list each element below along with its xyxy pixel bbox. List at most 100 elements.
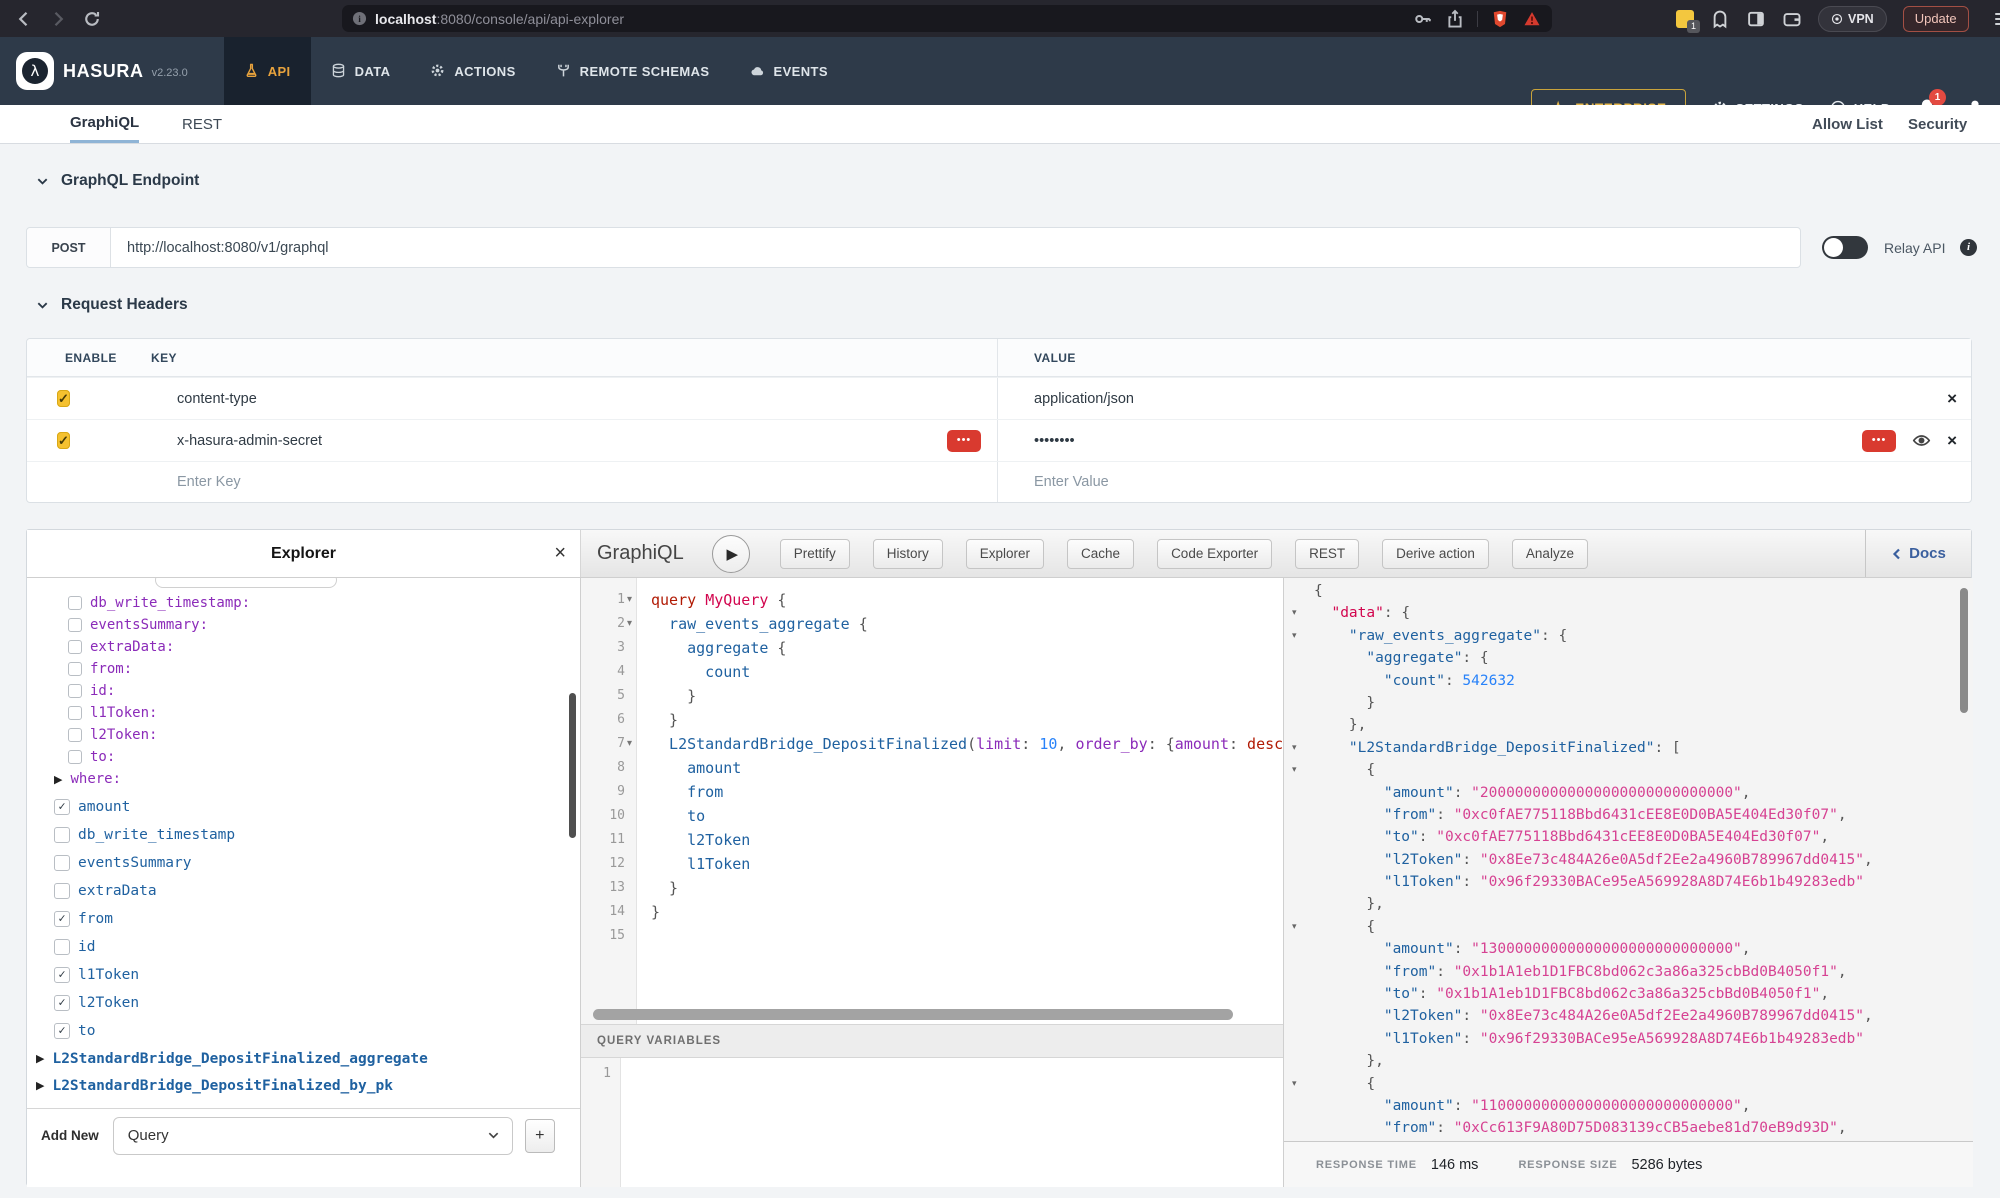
explorer-item-eventsSummary[interactable]: eventsSummary: [54, 849, 192, 877]
explorer-item-from[interactable]: from:: [68, 658, 132, 680]
explorer-field-list[interactable]: db_write_timestamp:eventsSummary:extraDa…: [27, 578, 580, 1108]
explorer-item-extraData[interactable]: extraData:: [68, 636, 174, 658]
nav-tab-events[interactable]: EVENTS: [730, 37, 848, 105]
analyze-button[interactable]: Analyze: [1512, 539, 1588, 569]
new-header-key-input[interactable]: Enter Key: [177, 474, 241, 490]
docs-button[interactable]: Docs: [1865, 530, 1971, 577]
query-editor[interactable]: 1▾query MyQuery {2▾ raw_events_aggregate…: [581, 578, 1283, 1024]
explorer-item-db_write_timestamp[interactable]: db_write_timestamp:: [68, 592, 250, 614]
explorer-item-db_write_timestamp[interactable]: db_write_timestamp: [54, 821, 235, 849]
checkbox[interactable]: [68, 706, 82, 720]
explorer-scrollbar[interactable]: [569, 693, 576, 838]
expand-arrow-icon[interactable]: ▶: [36, 1079, 44, 1092]
explorer-item-L2StandardBridge_DepositFinalized_by_pk[interactable]: ▶L2StandardBridge_DepositFinalized_by_pk: [36, 1072, 393, 1099]
derive-action-button[interactable]: Derive action: [1382, 539, 1489, 569]
nav-tab-remote-schemas[interactable]: REMOTE SCHEMAS: [536, 37, 730, 105]
header-key[interactable]: x-hasura-admin-secret: [177, 433, 322, 449]
env-var-badge[interactable]: •••: [1862, 430, 1896, 452]
expand-arrow-icon[interactable]: ▶: [54, 773, 62, 786]
response-body[interactable]: {▾ "data": {▾ "raw_events_aggregate": { …: [1284, 578, 1973, 1141]
checkbox[interactable]: [68, 618, 82, 632]
nav-tab-actions[interactable]: ACTIONS: [410, 37, 535, 105]
tab-security[interactable]: Security: [1908, 105, 1967, 143]
sidebar-extension-icon[interactable]: [1746, 9, 1766, 29]
new-header-value-input[interactable]: Enter Value: [1034, 474, 1109, 490]
add-new-select[interactable]: Query: [113, 1117, 513, 1155]
explorer-item-amount[interactable]: ✓amount: [54, 793, 130, 821]
explorer-item-l2Token[interactable]: ✓l2Token: [54, 989, 139, 1017]
editor-horizontal-scrollbar[interactable]: [593, 1009, 1269, 1020]
checkbox[interactable]: ✓: [54, 967, 70, 983]
relay-info-icon[interactable]: i: [1960, 239, 1977, 256]
tab-rest[interactable]: REST: [182, 105, 222, 143]
endpoint-url-input[interactable]: http://localhost:8080/v1/graphql: [127, 240, 329, 256]
checkbox[interactable]: [68, 596, 82, 610]
ghost-extension-icon[interactable]: [1710, 9, 1730, 29]
request-headers-section-header[interactable]: Request Headers: [36, 296, 188, 314]
explorer-item-to[interactable]: ✓to: [54, 1017, 95, 1045]
explorer-button[interactable]: Explorer: [966, 539, 1044, 569]
fold-icon[interactable]: ▾: [1292, 916, 1297, 938]
query-variables-header[interactable]: QUERY VARIABLES: [581, 1024, 1283, 1058]
vpn-button[interactable]: VPN: [1818, 6, 1887, 32]
tab-graphiql[interactable]: GraphiQL: [70, 105, 139, 143]
history-button[interactable]: History: [873, 539, 943, 569]
rest-button[interactable]: REST: [1295, 539, 1359, 569]
fold-icon[interactable]: ▾: [1292, 759, 1297, 781]
fold-icon[interactable]: ▾: [1292, 602, 1297, 624]
warning-triangle-icon[interactable]: [1522, 9, 1542, 29]
key-icon[interactable]: [1413, 9, 1433, 29]
cache-button[interactable]: Cache: [1067, 539, 1134, 569]
brave-shield-icon[interactable]: [1490, 9, 1510, 29]
fold-icon[interactable]: ▾: [627, 588, 632, 612]
explorer-item-extraData[interactable]: extraData: [54, 877, 157, 905]
explorer-item-l1Token[interactable]: l1Token:: [68, 702, 157, 724]
fold-icon[interactable]: ▾: [627, 612, 632, 636]
reveal-value-icon[interactable]: [1912, 431, 1931, 450]
response-scrollbar[interactable]: [1960, 588, 1968, 713]
code-exporter-button[interactable]: Code Exporter: [1157, 539, 1272, 569]
reload-icon[interactable]: [82, 9, 102, 29]
url-bar[interactable]: i localhost:8080/console/api/api-explore…: [342, 5, 1552, 32]
remove-header-icon[interactable]: ×: [1947, 390, 1957, 407]
checkbox[interactable]: [54, 883, 70, 899]
execute-query-button[interactable]: ▶: [712, 535, 750, 573]
env-var-badge[interactable]: •••: [947, 430, 981, 452]
prettify-button[interactable]: Prettify: [780, 539, 850, 569]
share-icon[interactable]: [1445, 9, 1465, 29]
checkbox[interactable]: [68, 684, 82, 698]
checkbox[interactable]: ✓: [54, 1023, 70, 1039]
checkbox[interactable]: [68, 728, 82, 742]
wallet-extension-icon[interactable]: [1782, 9, 1802, 29]
checkbox[interactable]: [54, 827, 70, 843]
expand-arrow-icon[interactable]: ▶: [36, 1052, 44, 1065]
checkbox[interactable]: ✓: [54, 799, 70, 815]
enable-checkbox[interactable]: ✓: [57, 432, 70, 449]
explorer-item-where[interactable]: ▶where:: [54, 768, 121, 790]
header-value[interactable]: application/json: [1034, 391, 1134, 407]
checkbox[interactable]: [68, 662, 82, 676]
explorer-item-l2Token[interactable]: l2Token:: [68, 724, 157, 746]
enable-checkbox[interactable]: ✓: [57, 390, 70, 407]
explorer-item-L2StandardBridge_DepositFinalized_aggregate[interactable]: ▶L2StandardBridge_DepositFinalized_aggre…: [36, 1045, 428, 1072]
explorer-item-to[interactable]: to:: [68, 746, 115, 768]
header-value[interactable]: ••••••••: [1034, 433, 1075, 449]
nav-tab-data[interactable]: DATA: [311, 37, 411, 105]
checkbox[interactable]: ✓: [54, 995, 70, 1011]
hasura-logo[interactable]: λ: [16, 52, 54, 90]
checkbox[interactable]: ✓: [54, 911, 70, 927]
nav-tab-api[interactable]: API: [224, 37, 311, 105]
query-variables-editor[interactable]: 1: [581, 1058, 1283, 1187]
explorer-item-from[interactable]: ✓from: [54, 905, 113, 933]
graphql-endpoint-section-header[interactable]: GraphQL Endpoint: [36, 172, 199, 190]
update-button[interactable]: Update: [1903, 6, 1969, 32]
back-icon[interactable]: [14, 9, 34, 29]
notes-extension-icon[interactable]: 1: [1676, 10, 1694, 28]
forward-icon[interactable]: [48, 9, 68, 29]
add-operation-button[interactable]: +: [525, 1119, 555, 1153]
fold-icon[interactable]: ▾: [627, 732, 632, 756]
checkbox[interactable]: [54, 855, 70, 871]
relay-api-toggle[interactable]: [1822, 236, 1868, 259]
close-explorer-icon[interactable]: ×: [554, 542, 566, 565]
explorer-item-id[interactable]: id: [54, 933, 95, 961]
